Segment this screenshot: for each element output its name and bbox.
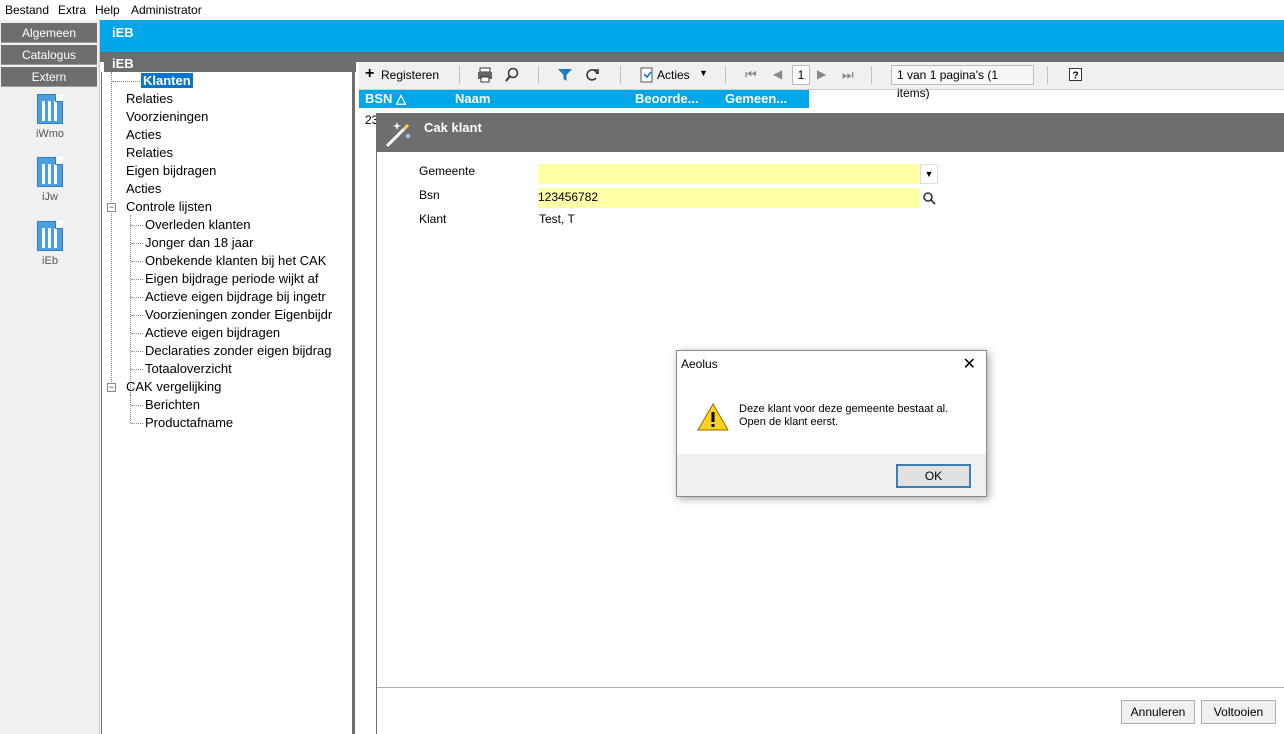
plus-icon: +	[365, 65, 375, 82]
tree-item-klanten[interactable]: Klanten	[141, 73, 193, 88]
nav-tab-extern[interactable]: Extern	[1, 67, 97, 87]
app-ijw-label: iJw	[42, 191, 58, 203]
menu-bestand[interactable]: Bestand	[5, 3, 49, 17]
klant-value: Test, T	[539, 212, 575, 226]
tree-item-relaties[interactable]: Relaties	[126, 91, 173, 106]
app-ieb[interactable]: iEb	[30, 221, 70, 267]
menu-help[interactable]: Help	[95, 3, 120, 17]
finish-button[interactable]: Voltooien	[1201, 700, 1276, 724]
preview-icon[interactable]	[504, 67, 520, 83]
help-icon[interactable]: ?	[1068, 67, 1084, 83]
grid-header: BSN △ Naam Beoorde... Gemeen...	[359, 90, 809, 108]
nav-tab-algemeen[interactable]: Algemeen	[1, 23, 97, 43]
bsn-input[interactable]: 123456782	[538, 188, 920, 208]
caret-down-icon[interactable]: ▼	[699, 68, 708, 78]
tree-item-actieve-eigen-bijdrage-ingetr[interactable]: Actieve eigen bijdrage bij ingetr	[145, 289, 326, 304]
app-ijw[interactable]: iJw	[30, 157, 70, 203]
app-iwmo[interactable]: iWmo	[30, 94, 70, 140]
collapse-icon[interactable]: −	[107, 383, 116, 392]
dropdown-caret-icon[interactable]: ▼	[920, 164, 938, 184]
column-beoordeling[interactable]: Beoorde...	[635, 91, 699, 106]
tree-header: iEB	[104, 56, 356, 72]
warning-icon	[697, 402, 729, 431]
klant-label: Klant	[419, 212, 447, 226]
nav-tab-catalogus[interactable]: Catalogus	[1, 45, 97, 65]
message-dialog: Aeolus ✕ Deze klant voor deze gemeente b…	[676, 350, 987, 497]
tree-item-acties[interactable]: Acties	[126, 127, 161, 142]
last-page-icon[interactable]: ⏭	[842, 67, 854, 83]
cak-klant-header: Cak klant	[376, 113, 1284, 152]
page-number-input[interactable]: 1	[792, 65, 810, 85]
svg-text:?: ?	[1072, 71, 1078, 82]
register-button[interactable]: Registeren	[381, 68, 439, 82]
dialog-title: Aeolus	[681, 357, 718, 371]
footer-divider	[377, 687, 1284, 688]
dialog-message: Deze klant voor deze gemeente bestaat al…	[739, 403, 948, 429]
column-bsn[interactable]: BSN △	[365, 91, 406, 107]
tree-item-actieve-eigen-bijdragen[interactable]: Actieve eigen bijdragen	[145, 325, 280, 340]
tree-item-onbekende-klanten[interactable]: Onbekende klanten bij het CAK	[145, 253, 326, 268]
prev-page-icon[interactable]: ◀	[773, 67, 782, 81]
document-chart-icon	[37, 157, 63, 187]
first-page-icon[interactable]: ⏮	[745, 67, 757, 83]
gemeente-select[interactable]	[538, 164, 920, 184]
tree-item-declaraties-zonder[interactable]: Declaraties zonder eigen bijdrag	[145, 343, 331, 358]
menu-extra[interactable]: Extra	[58, 3, 86, 17]
document-icon	[640, 67, 653, 83]
refresh-icon[interactable]	[584, 67, 600, 83]
gemeente-label: Gemeente	[419, 164, 476, 178]
tree-item-overleden-klanten[interactable]: Overleden klanten	[145, 217, 251, 232]
app-ieb-label: iEb	[42, 255, 58, 267]
tree-item-eigen-bijdragen[interactable]: Eigen bijdragen	[126, 163, 216, 178]
tree-item-relaties-2[interactable]: Relaties	[126, 145, 173, 160]
filter-icon[interactable]	[557, 67, 573, 83]
dialog-message-line2: Open de klant eerst.	[739, 416, 839, 428]
tree-item-cak-vergelijking[interactable]: CAK vergelijking	[126, 379, 221, 394]
toolbar: + Registeren Acties ▼ ⏮ ◀ 1 ▶ ⏭ 1 van 1 …	[359, 62, 1284, 100]
document-chart-icon	[37, 221, 63, 251]
tree-item-productafname[interactable]: Productafname	[145, 415, 233, 430]
next-page-icon[interactable]: ▶	[817, 67, 826, 81]
column-gemeente[interactable]: Gemeen...	[725, 91, 787, 106]
dialog-message-line1: Deze klant voor deze gemeente bestaat al…	[739, 403, 949, 415]
tree-item-acties-2[interactable]: Acties	[126, 181, 161, 196]
acties-dropdown[interactable]: Acties	[657, 68, 690, 82]
collapse-icon[interactable]: −	[107, 203, 116, 212]
document-chart-icon	[37, 94, 63, 124]
cancel-button[interactable]: Annuleren	[1121, 700, 1195, 724]
magic-wand-icon	[385, 122, 411, 148]
page-info: 1 van 1 pagina's (1 items)	[891, 65, 1034, 100]
navigation-tree: Klanten Relaties Voorzieningen Acties Re…	[101, 72, 355, 734]
search-icon[interactable]	[922, 191, 936, 205]
tree-item-controle-lijsten[interactable]: Controle lijsten	[126, 199, 212, 214]
tree-item-berichten[interactable]: Berichten	[145, 397, 200, 412]
ok-button[interactable]: OK	[896, 464, 971, 488]
app-title-bar: iEB	[0, 20, 1284, 52]
close-icon[interactable]: ✕	[963, 354, 976, 374]
tree-item-totaaloverzicht[interactable]: Totaaloverzicht	[145, 361, 232, 376]
bsn-label: Bsn	[419, 188, 440, 202]
app-iwmo-label: iWmo	[35, 128, 65, 140]
left-navigation: Algemeen Catalogus Extern iWmo iJw iEb	[0, 20, 100, 734]
menu-administrator[interactable]: Administrator	[131, 3, 202, 17]
dialog-footer: OK	[677, 454, 986, 496]
tree-item-voorzieningen[interactable]: Voorzieningen	[126, 109, 208, 124]
print-icon[interactable]	[477, 67, 493, 83]
tree-item-jonger-dan-18[interactable]: Jonger dan 18 jaar	[145, 235, 253, 250]
cak-klant-title: Cak klant	[424, 120, 482, 135]
tree-item-voorzieningen-zonder[interactable]: Voorzieningen zonder Eigenbijdr	[145, 307, 332, 322]
menu-bar: Bestand Extra Help Administrator	[0, 0, 1284, 20]
tree-item-eigen-bijdrage-periode[interactable]: Eigen bijdrage periode wijkt af	[145, 271, 318, 286]
app-title: iEB	[112, 25, 134, 40]
column-naam[interactable]: Naam	[455, 91, 490, 106]
